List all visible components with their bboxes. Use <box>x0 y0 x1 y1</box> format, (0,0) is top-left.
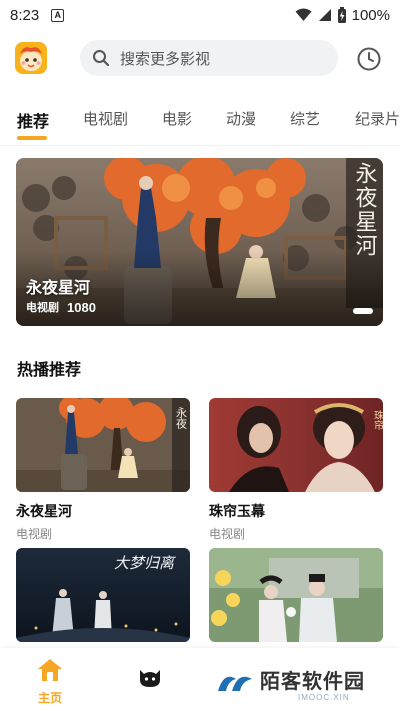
tab-variety[interactable]: 综艺 <box>290 108 320 129</box>
svg-text:大梦归离: 大梦归离 <box>114 554 176 572</box>
media-card[interactable]: 大梦归离 <box>16 548 190 651</box>
battery-percent: 100% <box>351 6 390 24</box>
signal-icon <box>318 9 331 21</box>
watermark-logo-icon <box>218 676 252 691</box>
card-thumbnail: 珠帘 <box>209 398 383 492</box>
tab-documentary[interactable]: 纪录片 <box>355 108 400 129</box>
category-tabs: 推荐 电视剧 电影 动漫 综艺 纪录片 <box>0 100 400 144</box>
nav-home[interactable]: 主页 <box>34 658 66 706</box>
banner-category-tag: 电视剧 <box>26 302 59 314</box>
home-icon <box>38 659 62 681</box>
card-thumbnail: 大梦归离 <box>16 548 190 642</box>
tab-tv-series[interactable]: 电视剧 <box>83 108 128 129</box>
card-title: 珠帘玉幕 <box>209 503 265 519</box>
card-thumbnail <box>209 548 383 642</box>
nav-discover[interactable] <box>138 666 162 688</box>
status-time: 8:23 <box>10 6 40 24</box>
bottom-navigation: 主页 陌客软件园 IMOOC.XIN <box>0 648 400 711</box>
watermark-subtext: IMOOC.XIN <box>298 693 350 702</box>
card-title: 永夜星河 <box>16 503 72 519</box>
card-subtitle: 电视剧 <box>209 527 246 541</box>
battery-icon <box>337 7 346 23</box>
banner-title: 永夜星河 <box>26 280 91 297</box>
section-title: 热播推荐 <box>17 362 82 379</box>
mascot-icon <box>140 670 160 687</box>
notification-icon: A <box>51 8 65 22</box>
wifi-icon <box>295 8 312 21</box>
card-thumbnail: 永夜 <box>16 398 190 492</box>
status-bar: 8:23 A 100% <box>0 0 400 30</box>
search-icon <box>93 50 110 67</box>
history-button[interactable] <box>356 46 382 72</box>
media-card[interactable]: 珠帘 珠帘玉幕 电视剧 <box>209 398 383 542</box>
app-logo-icon[interactable] <box>15 42 47 74</box>
media-card[interactable] <box>209 548 383 651</box>
watermark-text: 陌客软件园 <box>260 671 365 693</box>
media-card[interactable]: 永夜 永夜星河 电视剧 <box>16 398 190 542</box>
svg-text:永夜: 永夜 <box>175 406 188 430</box>
status-indicators: 100% <box>295 7 390 24</box>
banner-meta: 电视剧 1080 <box>26 299 96 315</box>
banner-pagination <box>353 308 383 314</box>
svg-text:珠帘: 珠帘 <box>372 409 384 431</box>
tab-recommended[interactable]: 推荐 <box>17 108 49 132</box>
tabs-divider <box>0 145 400 146</box>
featured-banner[interactable]: 永夜星河 永夜星河 电视剧 1080 <box>16 158 383 326</box>
tab-anime[interactable]: 动漫 <box>226 108 256 129</box>
tab-movies[interactable]: 电影 <box>162 108 192 129</box>
header: 搜索更多影视 <box>0 38 400 80</box>
search-placeholder: 搜索更多影视 <box>120 50 211 68</box>
watermark: 陌客软件园 IMOOC.XIN <box>214 663 394 703</box>
clock-icon <box>357 47 381 71</box>
search-bar[interactable]: 搜索更多影视 <box>80 40 338 76</box>
banner-quality-badge: 1080 <box>67 299 96 315</box>
banner-dot-active <box>353 308 373 314</box>
card-subtitle: 电视剧 <box>16 527 53 541</box>
active-tab-indicator <box>17 136 47 140</box>
nav-home-label: 主页 <box>37 691 62 705</box>
